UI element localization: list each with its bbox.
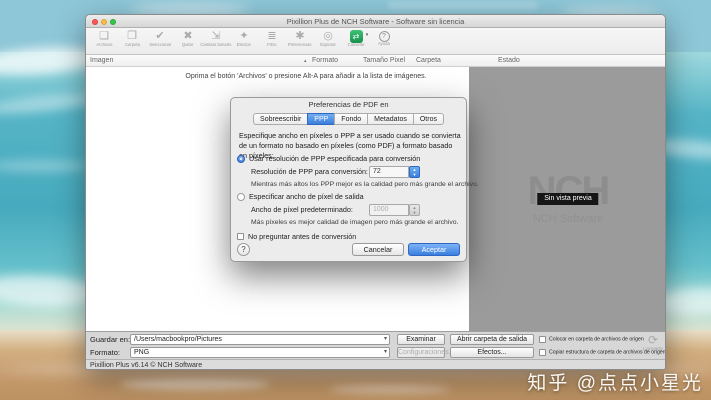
dpi-value-field[interactable]: 72 <box>369 166 409 178</box>
column-imagen[interactable]: Imagen <box>90 55 113 67</box>
accept-button[interactable]: Aceptar <box>408 243 460 256</box>
stepper-down-icon[interactable]: ▼ <box>410 172 419 177</box>
toolbar-add-folder[interactable]: ❐ Carpeta <box>118 30 146 50</box>
empty-list-hint: Oprima el botón 'Archivos' o presione Al… <box>151 73 461 80</box>
resize-icon: ⇲ <box>211 30 220 43</box>
output-bar: Guardar en: /Users/macbookpro/Pictures ▾… <box>86 331 665 359</box>
save-to-label: Guardar en: <box>90 334 130 345</box>
column-carpeta[interactable]: Carpeta <box>416 55 441 67</box>
toolbar-help[interactable]: ? Ayuda <box>370 30 398 49</box>
add-folder-icon: ❐ <box>127 30 137 43</box>
remove-icon: ✖ <box>183 30 192 43</box>
convert-dropdown-icon[interactable]: ▾ <box>366 32 369 38</box>
tab-ppp[interactable]: PPP <box>307 113 335 125</box>
help-icon: ? <box>379 31 390 42</box>
stepper-down-icon[interactable]: ▼ <box>410 210 419 215</box>
toolbar-select[interactable]: ✔ Seleccionar <box>146 30 174 50</box>
convert-button[interactable]: ⟳ Convertir <box>638 333 665 359</box>
nch-watermark: NCH <box>469 171 666 211</box>
dpi-field-label: Resolución de PPP para conversión: <box>251 166 368 178</box>
same-folder-checkbox[interactable] <box>539 336 546 343</box>
settings-button[interactable]: Configuraciones... <box>397 347 445 358</box>
preferences-icon: ✱ <box>295 30 304 43</box>
no-ask-option[interactable]: No preguntar antes de conversión <box>237 232 356 241</box>
convert-arrows-icon: ⟳ <box>638 333 665 347</box>
dialog-title: Preferencias de PDF en <box>231 100 466 109</box>
column-tamano[interactable]: Tamaño Pixel <box>363 55 405 67</box>
toolbar-remove[interactable]: ✖ Quitar <box>174 30 202 50</box>
preview-panel: NCH Sin vista previa NCH Software <box>469 67 666 331</box>
toolbar-explore[interactable]: ◎ Explorar <box>314 30 342 50</box>
sand-foam <box>330 384 450 394</box>
dialog-tabs: Sobreescribir PPP Fondo Metadatos Otros <box>231 113 466 125</box>
select-icon: ✔ <box>155 30 164 43</box>
radio-selected-icon[interactable] <box>237 155 245 163</box>
chevron-down-icon: ▾ <box>384 348 387 357</box>
width-field-label: Ancho de píxel predeterminado: <box>251 204 353 216</box>
chevron-down-icon: ▾ <box>384 335 387 344</box>
preferences-dialog: Preferencias de PDF en Sobreescribir PPP… <box>230 97 467 262</box>
toolbar-add-files[interactable]: ❏ Archivos <box>90 30 118 50</box>
sand-foam <box>120 378 270 390</box>
cancel-button[interactable]: Cancelar <box>352 243 404 256</box>
explore-icon: ◎ <box>323 30 333 43</box>
tab-sobreescribir[interactable]: Sobreescribir <box>253 113 308 125</box>
save-path-combo[interactable]: /Users/macbookpro/Pictures ▾ <box>130 334 390 345</box>
width-stepper[interactable]: ▲ ▼ <box>409 204 420 216</box>
dpi-stepper[interactable]: ▲ ▼ <box>409 166 420 178</box>
filter-icon: ≣ <box>267 30 276 43</box>
width-radio-option[interactable]: Especificar ancho de píxel de salida <box>237 192 364 201</box>
no-ask-checkbox[interactable] <box>237 233 244 240</box>
tab-metadatos[interactable]: Metadatos <box>367 113 414 125</box>
width-value-field[interactable]: 1000 <box>369 204 409 216</box>
toolbar-convert[interactable]: ▾ ⇄ Convertir <box>342 30 370 50</box>
list-header: Imagen ▴ Formato Tamaño Pixel Carpeta Es… <box>86 55 665 67</box>
no-preview-badge: Sin vista previa <box>537 193 598 205</box>
zhihu-watermark: 知乎 @点点小星光 <box>527 368 703 395</box>
tab-otros[interactable]: Otros <box>413 113 444 125</box>
window-title: Pixillion Plus de NCH Software - Softwar… <box>86 15 665 28</box>
radio-unselected-icon[interactable] <box>237 193 245 201</box>
toolbar-resize[interactable]: ⇲ Cambiar tamaño <box>202 30 230 50</box>
dpi-note: Mientras más altos los PPP mejor es la c… <box>251 181 479 188</box>
nch-software-label: NCH Software <box>469 213 666 225</box>
top-watermark-glare <box>388 1 538 10</box>
toolbar-preferences[interactable]: ✱ Preferencias <box>286 30 314 50</box>
toolbar-filter[interactable]: ≣ Filtro <box>258 30 286 50</box>
tab-fondo[interactable]: Fondo <box>334 113 368 125</box>
column-formato[interactable]: Formato <box>312 55 338 67</box>
width-note: Más píxeles es mejor calidad de imagen p… <box>251 219 458 226</box>
format-label: Formato: <box>90 347 120 358</box>
copy-structure-checkbox[interactable] <box>539 349 546 356</box>
window-titlebar[interactable]: Pixillion Plus de NCH Software - Softwar… <box>86 15 665 28</box>
toolbar: ❏ Archivos ❐ Carpeta ✔ Seleccionar ✖ Qui… <box>86 28 665 55</box>
browse-button[interactable]: Examinar <box>397 334 445 345</box>
open-output-folder-button[interactable]: Abrir carpeta de salida <box>450 334 534 345</box>
convert-icon: ⇄ <box>350 30 363 43</box>
toolbar-effects[interactable]: ✦ Efectos <box>230 30 258 50</box>
dialog-help-button[interactable]: ? <box>237 243 250 256</box>
format-combo[interactable]: PNG ▾ <box>130 347 390 358</box>
effects-icon: ✦ <box>239 30 248 43</box>
column-estado[interactable]: Estado <box>498 55 520 67</box>
effects-button[interactable]: Efectos... <box>450 347 534 358</box>
dpi-radio-option[interactable]: Usar resolución de PPP especificada para… <box>237 154 420 163</box>
add-files-icon: ❏ <box>99 30 109 43</box>
status-text: Pixillion Plus v6.14 © NCH Software <box>90 360 202 370</box>
